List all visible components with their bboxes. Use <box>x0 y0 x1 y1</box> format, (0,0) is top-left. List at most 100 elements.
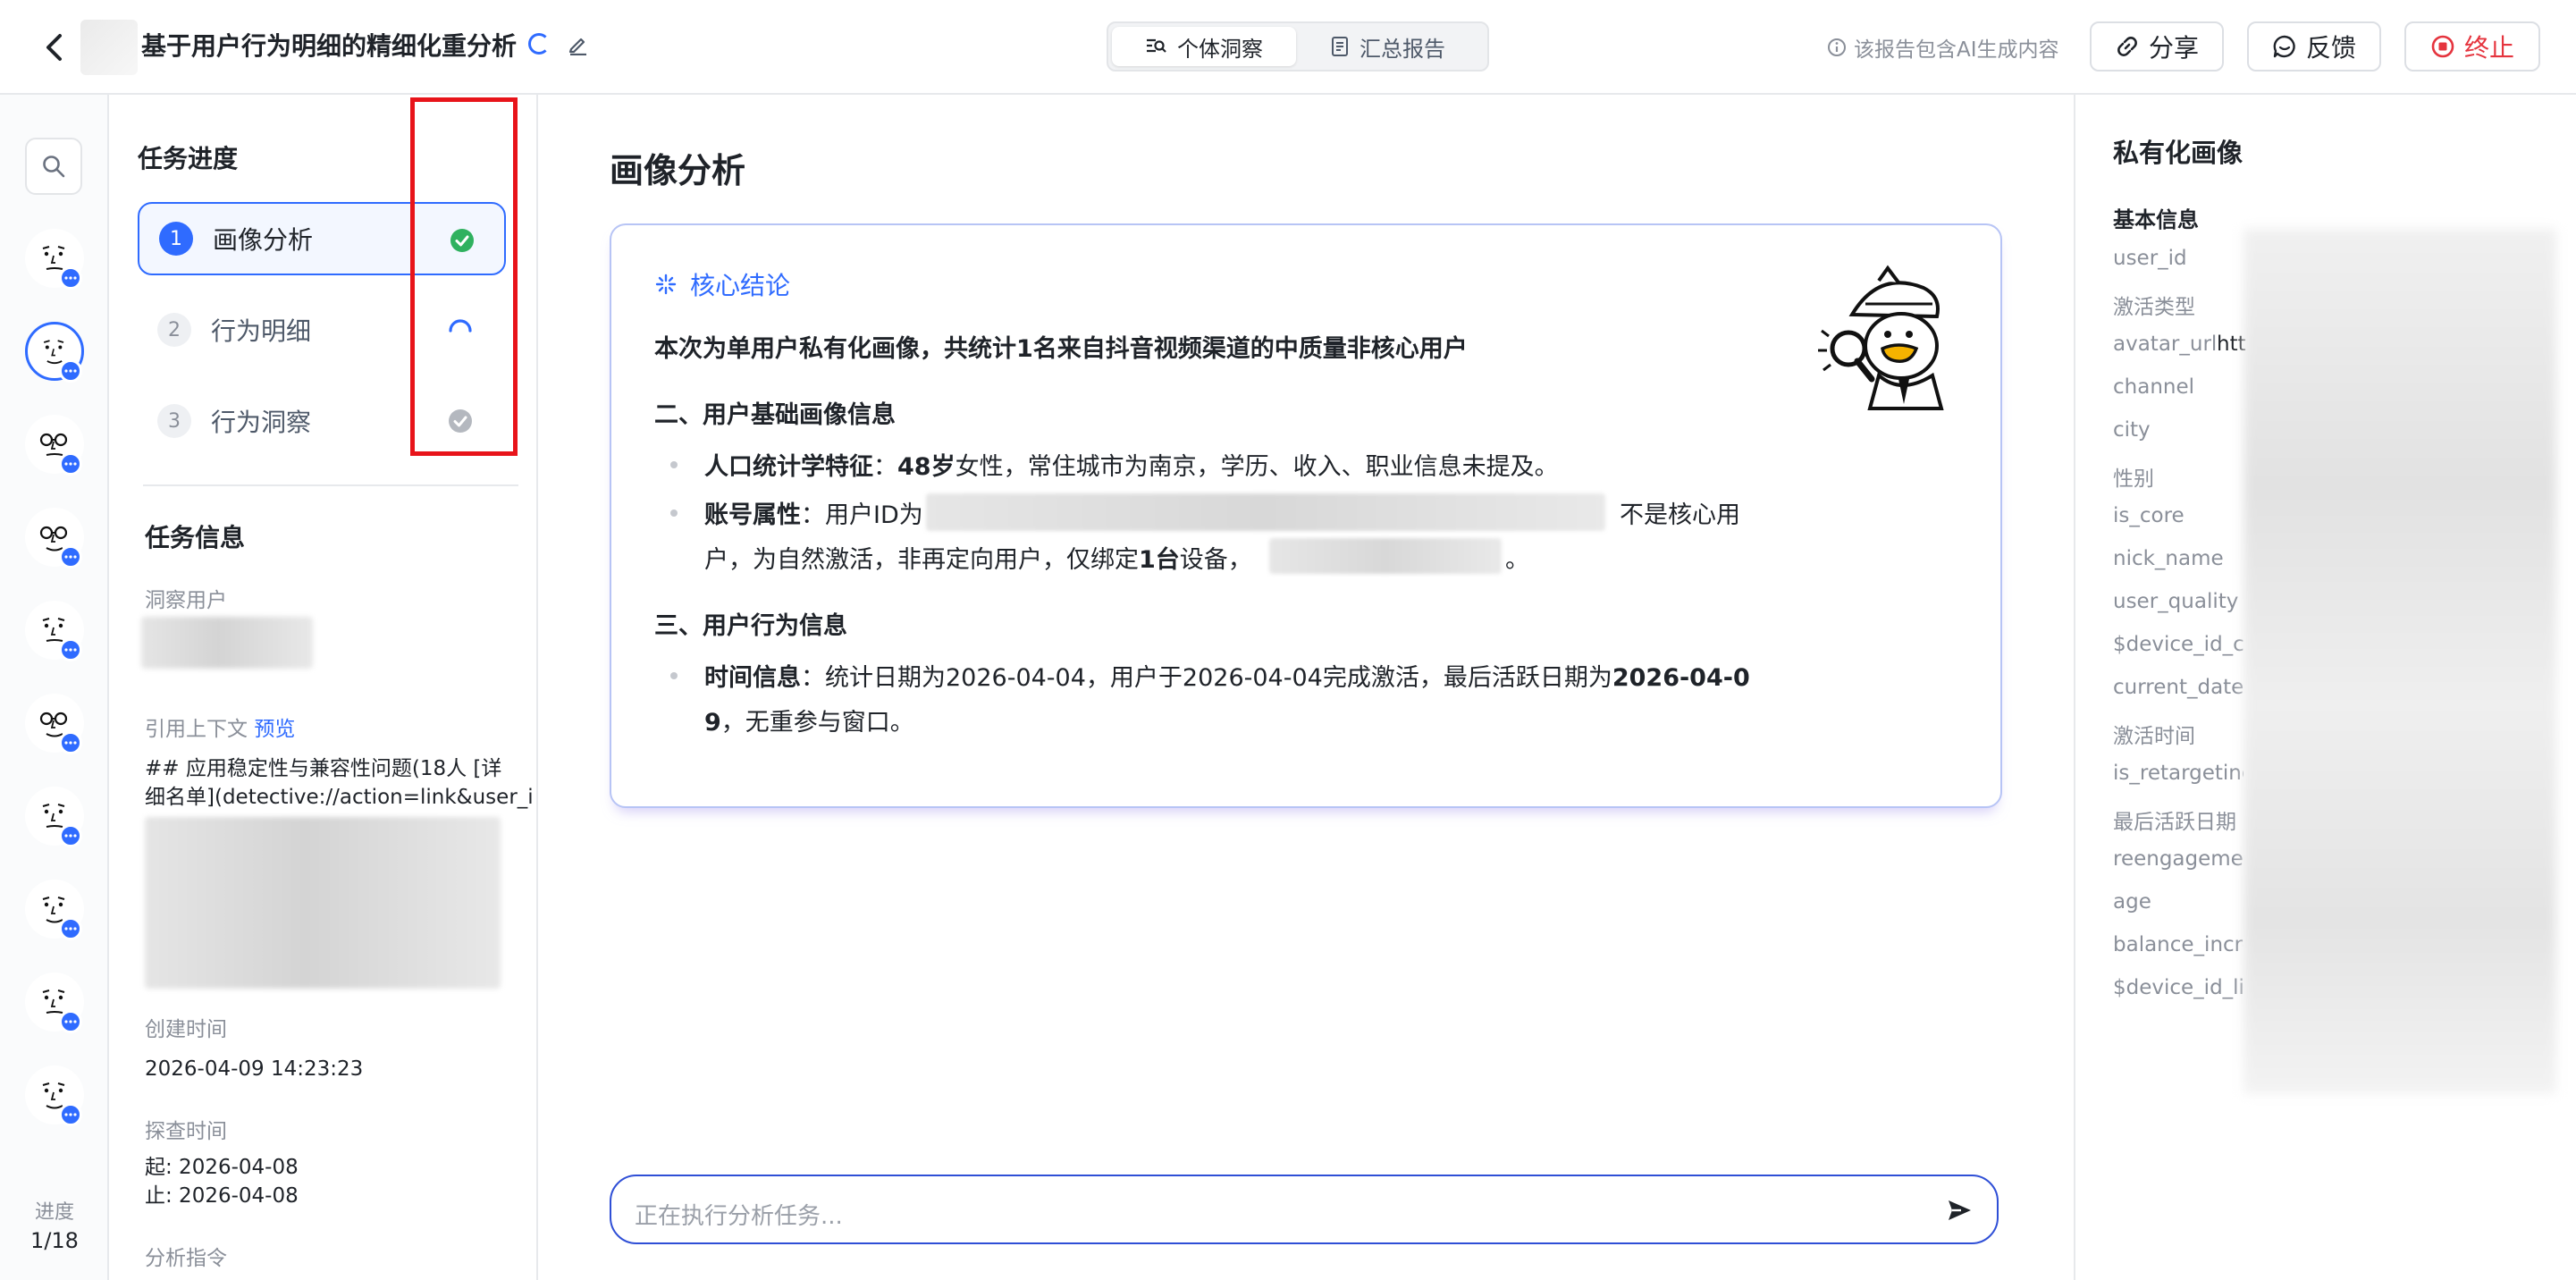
task-progress-heading: 任务进度 <box>138 144 239 173</box>
demographics-age: 48岁 <box>897 453 955 481</box>
context-text-line-1: ## 应用稳定性与兼容性问题(18人 [详 <box>145 757 502 780</box>
main-content: 画像分析 核心结论 本次为单用户私有化画像，共统计1名来自抖音视频渠道的中质量非… <box>538 95 2074 1280</box>
time-line-1: 时间信息：统计日期为2026-04-04，用户于2026-04-04完成激活，最… <box>704 658 1750 693</box>
user-avatar[interactable] <box>21 225 89 293</box>
time-line-2: 9，无重参与窗口。 <box>704 703 914 737</box>
more-badge-icon <box>59 824 82 847</box>
profile-values-redacted <box>2243 229 2556 1094</box>
bullet-dot <box>670 672 678 679</box>
time-last-active-a: 2026-04-0 <box>1612 664 1750 692</box>
bullet-dot <box>670 461 678 468</box>
created-time-label: 创建时间 <box>145 1018 227 1041</box>
profile-attribute-key: user_quality <box>2113 590 2239 613</box>
stop-icon <box>2431 35 2454 58</box>
link-icon <box>2117 37 2137 56</box>
account-devices: 1台 <box>1139 546 1180 574</box>
progress-value: 1/18 <box>30 1228 79 1253</box>
profile-attribute-key: nick_name <box>2113 547 2224 570</box>
send-icon <box>1949 1200 1971 1220</box>
profile-attribute-key: is_retargeting <box>2113 762 2243 785</box>
user-avatar[interactable] <box>21 690 89 758</box>
tab-label: 汇总报告 <box>1360 36 1445 62</box>
divider <box>143 484 518 486</box>
ai-notice-text: 该报告包含AI生成内容 <box>1854 38 2059 62</box>
document-icon <box>1332 37 1348 56</box>
user-rail: 进度 1/18 <box>0 95 109 1280</box>
info-icon <box>1828 38 1846 56</box>
private-profile-panel: 私有化画像 基本信息 user_id 激活类型 avatar_url channel c… <box>2074 95 2576 1280</box>
more-badge-icon <box>59 638 82 661</box>
account-line-2: 户，为自然激活，非再定向用户，仅绑定1台设备， <box>704 540 1252 575</box>
profile-attribute-key: $device_id_co <box>2113 633 2243 656</box>
step-number: 1 <box>159 222 193 256</box>
bullet-dot <box>670 509 678 517</box>
time-last-active-b: 9 <box>704 709 721 737</box>
edit-icon[interactable] <box>567 32 590 55</box>
user-avatar[interactable] <box>21 411 89 479</box>
profile-attribute-key: $device_id_lis <box>2113 976 2243 999</box>
account-suffix: 不是核心用 <box>1620 501 1740 529</box>
chat-input[interactable]: 正在执行分析任务... <box>610 1175 1999 1244</box>
tab-individual-insight[interactable]: 个体洞察 <box>1112 27 1296 66</box>
demographics-rest: 女性，常住城市为南京，学历、收入、职业信息未提及。 <box>955 453 1559 481</box>
top-header: 基于用户行为明细的精细化重分析 个体洞察 汇总报告 该报告包含AI生成内容 分享… <box>0 0 2576 95</box>
profile-attribute-key: current_date <box>2113 676 2243 699</box>
user-avatar[interactable] <box>21 783 89 851</box>
more-badge-icon <box>59 359 82 383</box>
progress-label: 进度 <box>34 1201 74 1224</box>
user-avatar[interactable] <box>21 597 89 665</box>
detective-duck-mascot <box>1818 265 1944 410</box>
stop-label: 终止 <box>2463 33 2514 63</box>
account-line-1: 账号属性：用户ID为 <box>704 495 923 530</box>
explore-time-label: 探查时间 <box>145 1120 227 1143</box>
demographics-sep: ： <box>873 453 897 481</box>
context-text-redacted <box>145 817 501 989</box>
profile-attribute-key: 激活时间 <box>2113 725 2195 748</box>
chat-input-placeholder: 正在执行分析任务... <box>635 1203 843 1230</box>
user-avatar[interactable] <box>21 876 89 944</box>
user-avatar[interactable] <box>21 318 89 386</box>
summary-line: 本次为单用户私有化画像，共统计1名来自抖音视频渠道的中质量非核心用户 <box>654 335 1468 363</box>
account-prefix: ：用户ID为 <box>801 501 923 529</box>
feedback-button[interactable]: 反馈 <box>2247 21 2381 72</box>
stop-button[interactable]: 终止 <box>2404 21 2540 72</box>
created-time-value: 2026-04-09 14:23:23 <box>145 1057 364 1081</box>
account-end: 。 <box>1505 546 1529 574</box>
back-button[interactable] <box>34 27 75 68</box>
user-avatar[interactable] <box>21 504 89 572</box>
rail-search-button[interactable] <box>25 138 82 195</box>
share-button[interactable]: 分享 <box>2090 21 2224 72</box>
more-badge-icon <box>59 452 82 476</box>
user-avatar[interactable] <box>21 1062 89 1130</box>
user-id-redacted <box>926 493 1605 531</box>
account-line2-a: 户，为自然激活，非再定向用户，仅绑定 <box>704 546 1139 574</box>
step-number: 2 <box>157 313 191 347</box>
profile-attribute-key: 激活类型 <box>2113 296 2195 319</box>
step-label: 画像分析 <box>213 225 314 255</box>
profile-attribute-key: balance_incre <box>2113 933 2243 956</box>
profile-attribute-key: reengagement <box>2113 847 2243 871</box>
tab-label: 个体洞察 <box>1177 36 1263 62</box>
page-title: 基于用户行为明细的精细化重分析 <box>141 31 518 61</box>
profile-attribute-key: city <box>2113 418 2151 442</box>
step-label: 行为明细 <box>211 316 312 346</box>
context-preview-link[interactable]: 预览 <box>254 718 295 741</box>
device-redacted <box>1269 538 1502 574</box>
instruction-label: 分析指令 <box>145 1247 227 1270</box>
context-label-text: 引用上下文 <box>145 718 248 741</box>
more-badge-icon <box>59 1010 82 1033</box>
more-badge-icon <box>59 266 82 290</box>
account-line2-b: 设备， <box>1179 546 1252 574</box>
send-button[interactable] <box>1943 1194 1975 1226</box>
sparkle-icon <box>655 274 677 295</box>
user-avatar[interactable] <box>21 969 89 1037</box>
ai-notice: 该报告包含AI生成内容 <box>1827 32 2059 63</box>
time-tail: ，无重参与窗口。 <box>720 709 914 737</box>
app-logo <box>80 20 138 75</box>
share-label: 分享 <box>2148 33 2199 63</box>
profile-attribute-key: user_id <box>2113 247 2187 270</box>
tab-summary-report[interactable]: 汇总报告 <box>1296 27 1480 66</box>
search-icon <box>43 156 65 178</box>
profile-attribute-key: channel <box>2113 375 2195 399</box>
avatar-url-value: htt <box>2217 333 2246 356</box>
